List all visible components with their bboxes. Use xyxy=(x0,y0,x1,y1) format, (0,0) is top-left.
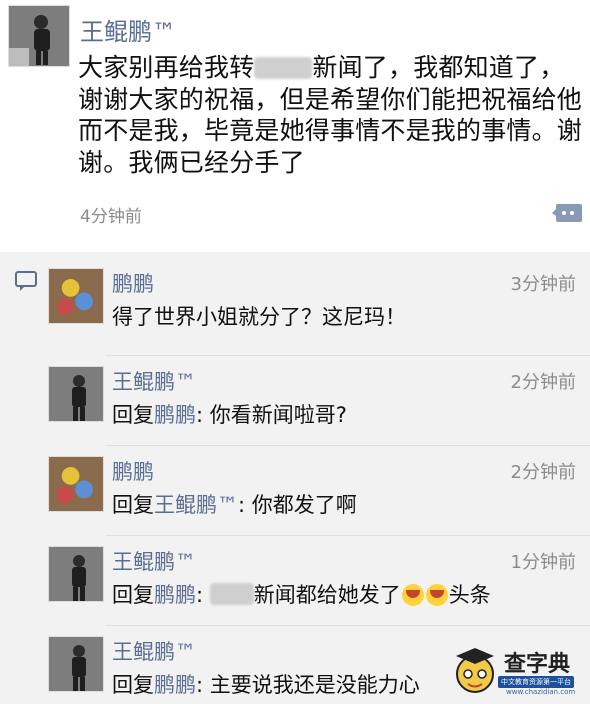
reply-prefix: 回复 xyxy=(112,403,154,427)
divider xyxy=(106,535,590,536)
watermark-logo: 查字典 中文教育资源第一平台 www.chazidian.com xyxy=(452,644,582,700)
comment-time: 2分钟前 xyxy=(510,372,576,393)
reply-body-start: : xyxy=(196,583,210,607)
comment-text: 回复鹏鹏: 你看新闻啦哥? xyxy=(112,399,347,429)
comment-time: 1分钟前 xyxy=(510,552,576,573)
comment-text: 回复鹏鹏: 新闻都给她发了 头条 xyxy=(112,579,491,609)
watermark-name: 查字典 xyxy=(504,652,571,677)
comment-text: 回复王鲲鹏™: 你都发了啊 xyxy=(112,489,357,519)
blurred-name xyxy=(254,57,313,79)
moment-post: 王鲲鹏™ 大家别再给我转 新闻了，我都知道了，谢谢大家的祝福，但是希望你们能把祝福… xyxy=(0,0,590,252)
reply-to-name[interactable]: 王鲲鹏™ xyxy=(154,493,238,517)
laugh-cry-emoji xyxy=(425,584,448,606)
reply-prefix: 回复 xyxy=(112,583,154,607)
commenter-name[interactable]: 王鲲鹏™ xyxy=(112,636,196,666)
scholar-mascot-icon xyxy=(456,648,494,693)
post-text: 大家别再给我转 新闻了，我都知道了，谢谢大家的祝福，但是希望你们能把祝福给他而不是… xyxy=(78,52,583,178)
commenter-avatar[interactable] xyxy=(48,366,104,422)
commenter-avatar[interactable] xyxy=(48,456,104,512)
reply-to-name[interactable]: 鹏鹏 xyxy=(154,583,196,607)
reply-prefix: 回复 xyxy=(112,673,154,697)
author-avatar[interactable] xyxy=(8,5,70,67)
commenter-avatar[interactable] xyxy=(48,546,104,602)
commenter-avatar[interactable] xyxy=(48,268,104,324)
watermark-url: www.chazidian.com xyxy=(506,688,576,696)
reply-body: : 主要说我还是没能力心 xyxy=(196,673,420,697)
comment-text: 得了世界小姐就分了？这尼玛！ xyxy=(112,305,406,329)
divider xyxy=(106,355,590,356)
author-name[interactable]: 王鲲鹏™ xyxy=(80,12,176,47)
commenter-name[interactable]: 王鲲鹏™ xyxy=(112,366,196,396)
commenter-name[interactable]: 鹏鹏 xyxy=(112,268,154,298)
comment-button[interactable] xyxy=(552,200,582,224)
reply-to-name[interactable]: 鹏鹏 xyxy=(154,403,196,427)
laugh-cry-emoji xyxy=(401,584,424,606)
comment-time: 3分钟前 xyxy=(510,274,576,295)
reply-to-name[interactable]: 鹏鹏 xyxy=(154,673,196,697)
commenter-name[interactable]: 王鲲鹏™ xyxy=(112,546,196,576)
comment-text: 回复鹏鹏: 主要说我还是没能力心 xyxy=(112,669,420,699)
reply-body-end: 新闻都给她发了 xyxy=(253,583,401,607)
divider xyxy=(106,445,590,446)
post-time: 4分钟前 xyxy=(80,207,142,227)
watermark-slogan: 中文教育资源第一平台 xyxy=(498,676,574,688)
post-text-start: 大家别再给我转 xyxy=(78,53,255,82)
divider xyxy=(106,625,590,626)
commenter-name[interactable]: 鹏鹏 xyxy=(112,456,154,486)
commenter-avatar[interactable] xyxy=(48,636,104,692)
reply-body: : 你看新闻啦哥? xyxy=(196,403,347,427)
comment-section-icon xyxy=(15,271,37,291)
reply-body: : 你都发了啊 xyxy=(238,493,357,517)
comment-bubble-icon xyxy=(552,204,582,222)
reply-body-tail: 头条 xyxy=(448,583,491,607)
reply-prefix: 回复 xyxy=(112,493,154,517)
comment-time: 2分钟前 xyxy=(510,462,576,483)
blurred-name xyxy=(209,583,254,605)
